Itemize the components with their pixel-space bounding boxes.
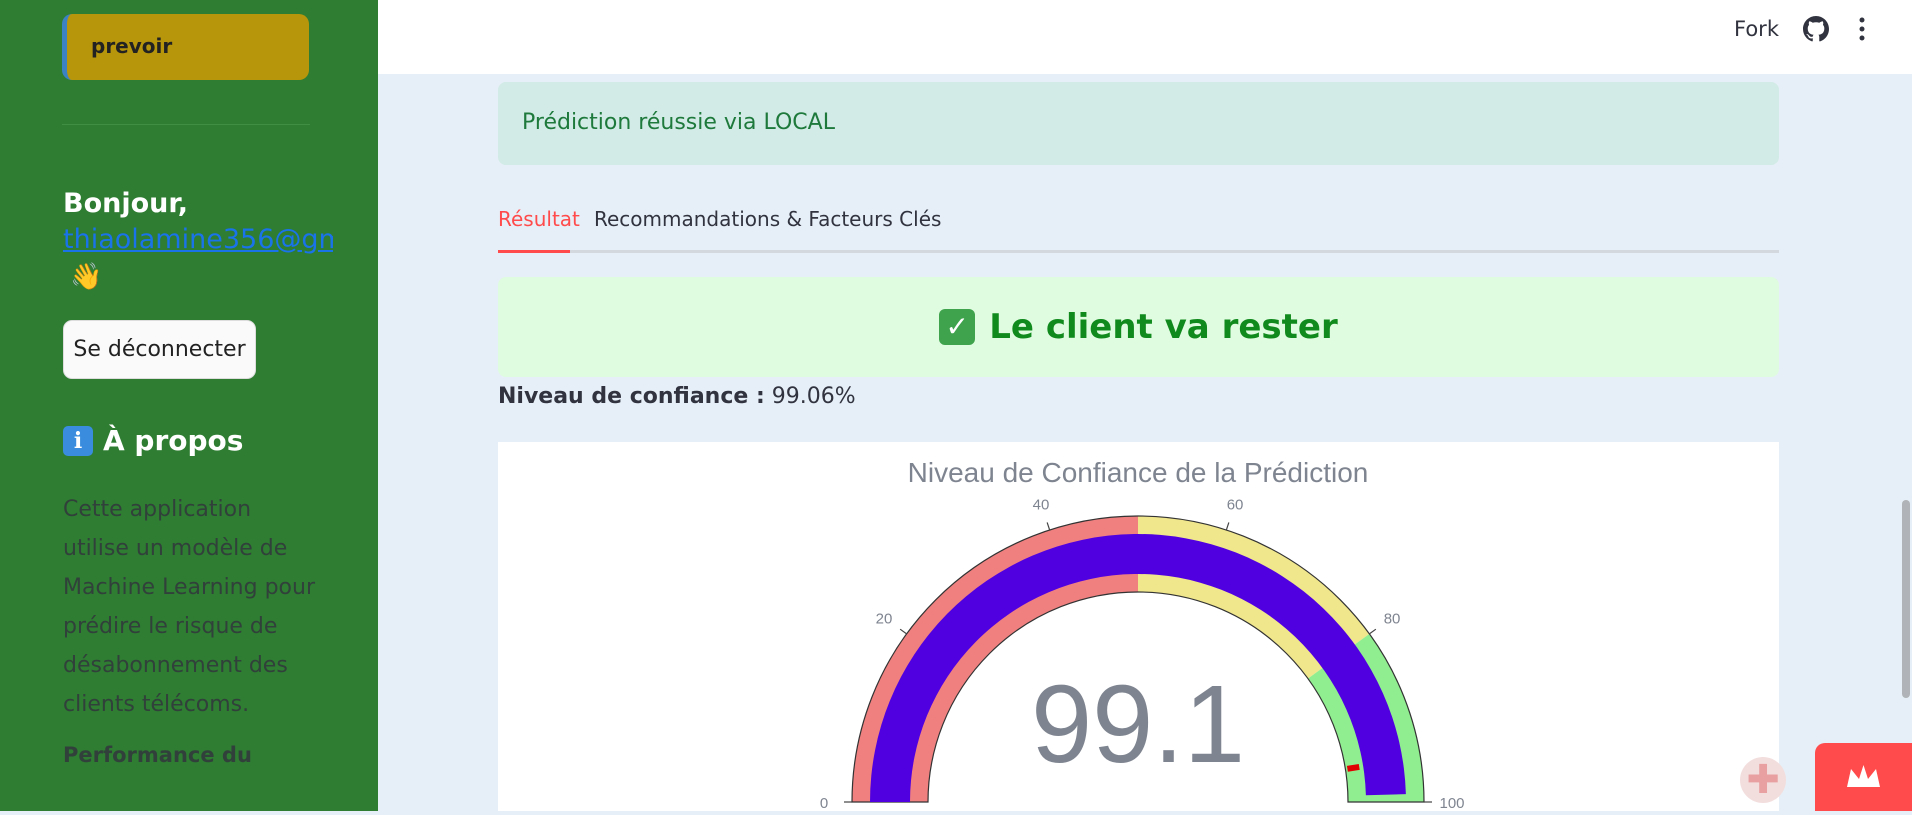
check-mark-icon: ✓ xyxy=(939,309,976,345)
gauge-tick-label-100: 100 xyxy=(1439,795,1464,811)
crown-icon xyxy=(1847,765,1880,787)
chart-title: Niveau de Confiance de la Prédiction xyxy=(908,457,1369,488)
about-title-text: À propos xyxy=(103,424,244,457)
tab-recommandations[interactable]: Recommandations & Facteurs Clés xyxy=(594,207,941,245)
user-email-link[interactable]: thiaolamine356@gm xyxy=(63,224,333,255)
gauge-tick-20 xyxy=(899,628,907,635)
github-icon[interactable] xyxy=(1803,16,1829,42)
gauge-tick-label-0: 0 xyxy=(820,795,828,811)
sidebar: prevoir Bonjour, thiaolamine356@gm 👋 Se … xyxy=(0,0,378,811)
gauge-tick-label-40: 40 xyxy=(1033,496,1050,513)
greeting-title: Bonjour, xyxy=(63,188,188,219)
gauge-tick-40 xyxy=(1046,522,1051,531)
more-menu-icon[interactable] xyxy=(1854,16,1870,42)
prediction-result-text: Le client va rester xyxy=(989,307,1338,347)
logout-button[interactable]: Se déconnecter xyxy=(63,320,256,379)
gauge-value-text: 99.1 xyxy=(1031,663,1245,786)
gauge-chart: Niveau de Confiance de la Prédiction 0 20… xyxy=(820,457,1465,811)
floating-action-icon[interactable]: ✚ xyxy=(1740,757,1786,803)
gauge-chart-panel: Niveau de Confiance de la Prédiction 0 20… xyxy=(498,442,1779,811)
sidebar-divider xyxy=(62,124,310,125)
performance-heading: Performance du xyxy=(63,743,252,767)
active-tab-indicator xyxy=(498,250,570,253)
tab-resultat[interactable]: Résultat xyxy=(498,207,580,245)
gauge-tick-label-80: 80 xyxy=(1384,610,1401,627)
prediction-result-banner: ✓ Le client va rester xyxy=(498,277,1779,377)
predict-button[interactable]: prevoir xyxy=(62,14,309,80)
info-icon: i xyxy=(63,425,93,456)
gauge-threshold-marker xyxy=(1346,763,1360,772)
result-tabs: Résultat Recommandations & Facteurs Clés xyxy=(498,207,1779,253)
about-heading: i À propos xyxy=(63,424,243,457)
fork-button[interactable]: Fork xyxy=(1734,17,1779,41)
confidence-line: Niveau de confiance : 99.06% xyxy=(498,384,856,409)
gauge-tick-label-60: 60 xyxy=(1227,496,1244,513)
wave-icon: 👋 xyxy=(70,262,103,292)
gauge-tick-60 xyxy=(1225,522,1230,531)
streamlit-badge[interactable] xyxy=(1815,743,1912,811)
gauge-tick-80 xyxy=(1369,628,1377,635)
tabs-divider xyxy=(498,250,1779,253)
confidence-value: 99.06% xyxy=(771,384,856,409)
gauge-tick-label-20: 20 xyxy=(876,610,893,627)
about-description: Cette application utilise un modèle de M… xyxy=(63,497,316,717)
scrollbar[interactable] xyxy=(1902,500,1910,698)
app-header xyxy=(378,0,1912,74)
confidence-label: Niveau de confiance : xyxy=(498,384,765,409)
success-alert: Prédiction réussie via LOCAL xyxy=(498,82,1779,165)
